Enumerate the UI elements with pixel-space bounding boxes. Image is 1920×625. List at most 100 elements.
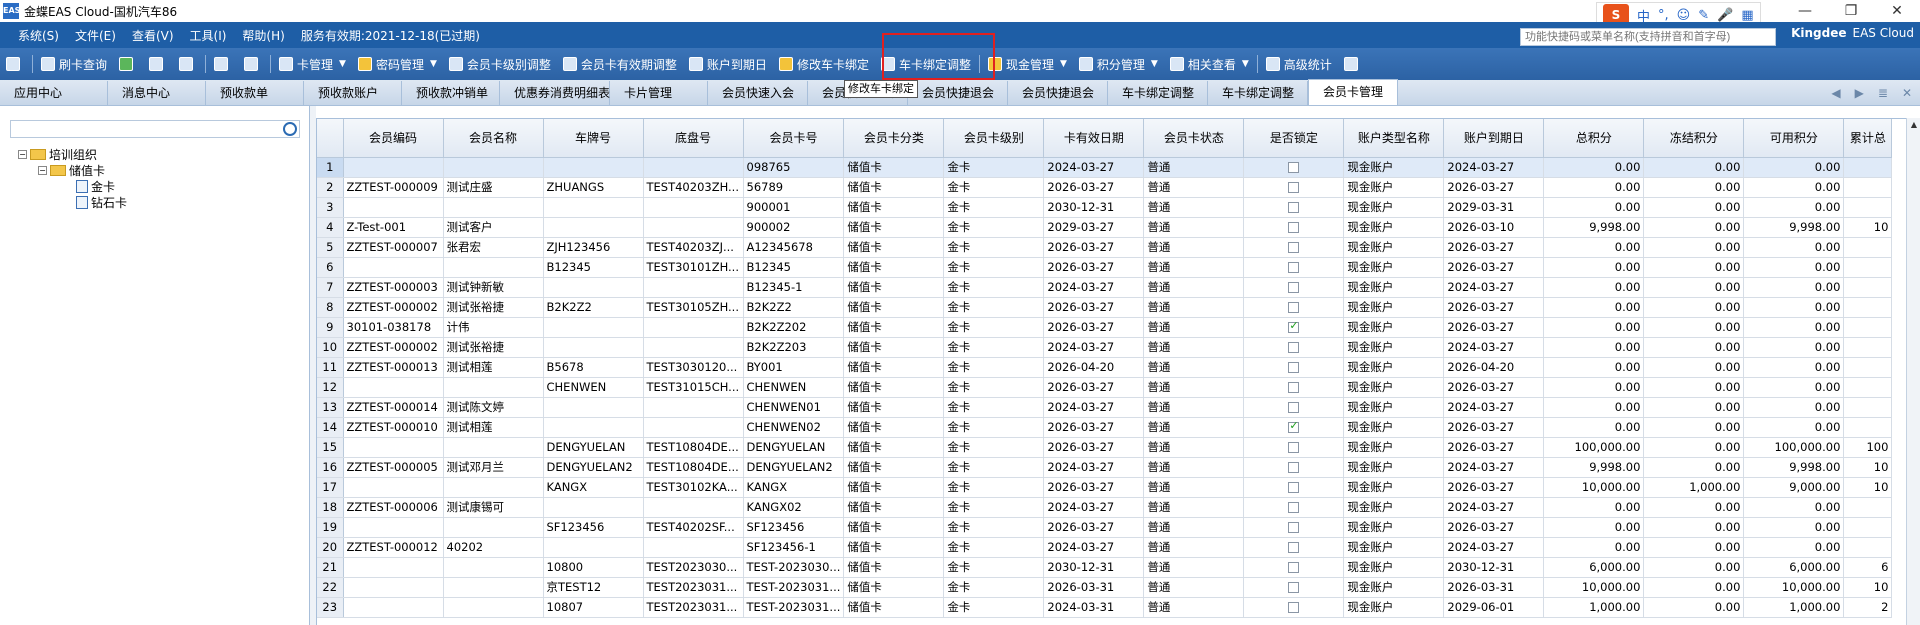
table-row[interactable]: 6 B12345 TEST30101ZH... B12345 储值卡 金卡 2026-03-… bbox=[317, 257, 1893, 278]
cell-valid[interactable]: 2024-03-27 bbox=[1043, 457, 1145, 478]
row-number[interactable]: 4 bbox=[317, 217, 344, 238]
cell-code[interactable]: ZZTEST-000013 bbox=[343, 357, 444, 378]
cell-chassis[interactable] bbox=[643, 157, 744, 178]
cell-acc[interactable] bbox=[1843, 177, 1893, 198]
tab-next-icon[interactable]: ▶ bbox=[1855, 86, 1864, 100]
locked-cell[interactable] bbox=[1243, 557, 1345, 578]
card-validity-adjust-button[interactable]: 会员卡有效期调整 bbox=[557, 51, 683, 77]
chevron-down-icon[interactable]: ▼ bbox=[430, 59, 437, 69]
cell-acct[interactable]: 现金账户 bbox=[1343, 597, 1445, 618]
cell-acc[interactable] bbox=[1843, 297, 1893, 318]
cell-exp[interactable]: 2026-03-27 bbox=[1443, 297, 1545, 318]
related-view-button[interactable]: 相关查看 ▼ bbox=[1164, 51, 1255, 77]
cell-acc[interactable]: 10 bbox=[1843, 477, 1893, 498]
cell-plate[interactable]: 京TEST12 bbox=[543, 577, 644, 598]
cell-acc[interactable] bbox=[1843, 497, 1893, 518]
locked-cell[interactable] bbox=[1243, 337, 1345, 358]
cell-frozen[interactable]: 0.00 bbox=[1643, 577, 1745, 598]
cell-lvl[interactable]: 金卡 bbox=[943, 297, 1045, 318]
scroll-up-icon[interactable]: ▲ bbox=[1907, 118, 1920, 132]
table-row[interactable]: 20 ZZTEST-000012 40202 SF123456-1 储值卡 金卡 2024-… bbox=[317, 537, 1893, 558]
cell-lvl[interactable]: 金卡 bbox=[943, 517, 1045, 538]
tab-coupon-detail[interactable]: 优惠券消费明细表 bbox=[500, 81, 610, 105]
cell-valid[interactable]: 2026-03-27 bbox=[1043, 257, 1145, 278]
cell-avail[interactable]: 0.00 bbox=[1743, 277, 1845, 298]
cell-chassis[interactable] bbox=[643, 197, 744, 218]
locked-cell[interactable] bbox=[1243, 277, 1345, 298]
restore-icon[interactable]: ❐ bbox=[1828, 0, 1874, 22]
cell-acct[interactable]: 现金账户 bbox=[1343, 277, 1445, 298]
locked-cell[interactable] bbox=[1243, 357, 1345, 378]
cell-exp[interactable]: 2029-06-01 bbox=[1443, 597, 1545, 618]
cell-card[interactable]: DENGYUELAN bbox=[743, 437, 845, 458]
col-available-points[interactable]: 可用积分 bbox=[1743, 119, 1845, 158]
cell-valid[interactable]: 2026-03-27 bbox=[1043, 517, 1145, 538]
lock-checkbox[interactable] bbox=[1288, 302, 1300, 313]
cell-exp[interactable]: 2024-03-27 bbox=[1443, 337, 1545, 358]
locked-cell[interactable] bbox=[1243, 157, 1345, 178]
table-row[interactable]: 15 DENGYUELAN TEST10804DE... DENGYUELAN 储值卡金… bbox=[317, 437, 1893, 458]
cell-code[interactable]: ZZTEST-000012 bbox=[343, 537, 444, 558]
cell-plate[interactable] bbox=[543, 157, 644, 178]
cell-name[interactable]: 测试张裕捷 bbox=[443, 297, 544, 318]
cell-card[interactable]: SF123456-1 bbox=[743, 537, 845, 558]
cell-chassis[interactable]: TEST40203ZJ... bbox=[643, 237, 744, 258]
cell-name[interactable]: 测试相莲 bbox=[443, 417, 544, 438]
tree-node-root[interactable]: − 培训组织 bbox=[18, 146, 127, 162]
cell-lvl[interactable]: 金卡 bbox=[943, 177, 1045, 198]
cell-cat[interactable]: 储值卡 bbox=[843, 417, 945, 438]
cell-chassis[interactable]: TEST3030120... bbox=[643, 357, 744, 378]
menu-help[interactable]: 帮助(H) bbox=[242, 27, 284, 44]
cell-status[interactable]: 普通 bbox=[1143, 197, 1245, 218]
refresh-button[interactable] bbox=[113, 51, 143, 77]
cell-name[interactable] bbox=[443, 597, 544, 618]
cell-plate[interactable]: B5678 bbox=[543, 357, 644, 378]
cell-code[interactable] bbox=[343, 377, 444, 398]
cell-frozen[interactable]: 0.00 bbox=[1643, 397, 1745, 418]
cell-avail[interactable]: 10,000.00 bbox=[1743, 577, 1845, 598]
cell-code[interactable]: 30101-038178 bbox=[343, 317, 444, 338]
cell-acc[interactable] bbox=[1843, 257, 1893, 278]
cell-chassis[interactable] bbox=[643, 277, 744, 298]
col-card-status[interactable]: 会员卡状态 bbox=[1143, 119, 1245, 158]
cell-code[interactable] bbox=[343, 197, 444, 218]
chevron-down-icon[interactable]: ▼ bbox=[1151, 59, 1158, 69]
cell-exp[interactable]: 2024-03-27 bbox=[1443, 397, 1545, 418]
cell-avail[interactable]: 9,000.00 bbox=[1743, 477, 1845, 498]
locked-cell[interactable] bbox=[1243, 217, 1345, 238]
cell-acct[interactable]: 现金账户 bbox=[1343, 177, 1445, 198]
tab-member-card-management[interactable]: 会员卡管理 bbox=[1308, 79, 1398, 105]
cell-name[interactable] bbox=[443, 437, 544, 458]
cash-management-button[interactable]: 现金管理 ▼ bbox=[982, 51, 1073, 77]
locked-cell[interactable] bbox=[1243, 477, 1345, 498]
cell-acct[interactable]: 现金账户 bbox=[1343, 317, 1445, 338]
preview-button[interactable] bbox=[238, 51, 268, 77]
ime-punct-icon[interactable]: °, bbox=[1658, 8, 1669, 23]
cell-frozen[interactable]: 0.00 bbox=[1643, 497, 1745, 518]
cell-exp[interactable]: 2026-03-27 bbox=[1443, 517, 1545, 538]
cell-lvl[interactable]: 金卡 bbox=[943, 397, 1045, 418]
cell-status[interactable]: 普通 bbox=[1143, 217, 1245, 238]
cell-acct[interactable]: 现金账户 bbox=[1343, 557, 1445, 578]
table-row[interactable]: 16 ZZTEST-000005 测试邓月兰 DENGYUELAN2 TEST10804… bbox=[317, 457, 1893, 478]
cell-valid[interactable]: 2024-03-27 bbox=[1043, 537, 1145, 558]
col-locked[interactable]: 是否锁定 bbox=[1243, 119, 1345, 158]
tab-car-card-binding-adjust[interactable]: 车卡绑定调整 bbox=[1108, 81, 1208, 105]
cell-acc[interactable] bbox=[1843, 377, 1893, 398]
cell-status[interactable]: 普通 bbox=[1143, 297, 1245, 318]
advanced-stats-button[interactable]: 高级统计 bbox=[1260, 51, 1338, 77]
cell-avail[interactable]: 0.00 bbox=[1743, 357, 1845, 378]
tab-advance-receipt[interactable]: 预收款单 bbox=[206, 81, 304, 105]
cell-chassis[interactable] bbox=[643, 537, 744, 558]
cell-name[interactable]: 测试客户 bbox=[443, 217, 544, 238]
cell-total[interactable]: 1,000.00 bbox=[1543, 597, 1645, 618]
cell-valid[interactable]: 2024-03-27 bbox=[1043, 277, 1145, 298]
cell-total[interactable]: 9,998.00 bbox=[1543, 457, 1645, 478]
cell-cat[interactable]: 储值卡 bbox=[843, 477, 945, 498]
lock-checkbox[interactable] bbox=[1288, 342, 1300, 353]
export-button[interactable] bbox=[1338, 51, 1368, 77]
card-management-button[interactable]: 卡管理 ▼ bbox=[273, 51, 352, 77]
cell-avail[interactable]: 0.00 bbox=[1743, 497, 1845, 518]
toolbar-pin-button[interactable] bbox=[0, 51, 30, 77]
cell-total[interactable]: 0.00 bbox=[1543, 537, 1645, 558]
